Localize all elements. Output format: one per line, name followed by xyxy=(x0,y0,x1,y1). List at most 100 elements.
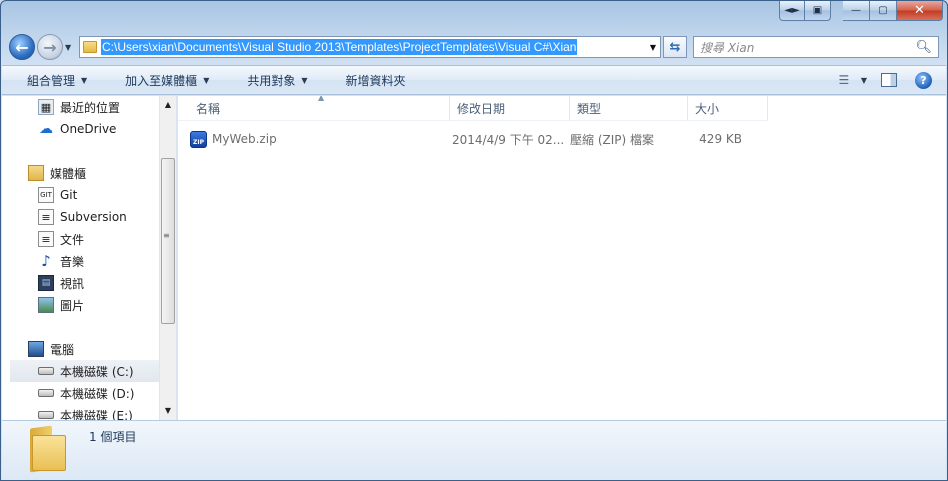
chevron-down-icon: ▼ xyxy=(81,75,88,85)
aero-snap-left-icon[interactable]: ◄► xyxy=(779,1,805,21)
sidebar-item-music[interactable]: ♪ 音樂 xyxy=(38,250,84,272)
video-icon: ▤ xyxy=(38,275,54,291)
scroll-down-icon[interactable]: ▼ xyxy=(160,402,176,419)
sidebar-item-label: 文件 xyxy=(60,232,85,247)
grip-icon: ≡ xyxy=(163,231,170,240)
column-header-name[interactable]: 名稱 ▲ xyxy=(178,96,450,121)
file-name: MyWeb.zip xyxy=(212,132,277,146)
sidebar-item-label: Git xyxy=(60,188,78,202)
libraries-icon xyxy=(28,165,44,181)
address-dropdown-icon[interactable]: ▼ xyxy=(650,43,656,52)
explorer-window: ◄► ▣ — ▢ ✕ ← → ▼ C:\Users\xian\Documents… xyxy=(0,0,948,481)
command-bar: 組合管理 ▼ 加入至媒體櫃 ▼ 共用對象 ▼ 新增資料夾 ☰ ▼ ? xyxy=(2,65,946,95)
new-folder-button[interactable]: 新增資料夾 xyxy=(320,66,418,94)
details-pane: 1 個項目 xyxy=(2,420,946,480)
file-type: 壓縮 (ZIP) 檔案 xyxy=(570,132,654,147)
sidebar-item-subversion[interactable]: ≡ Subversion xyxy=(38,206,127,228)
drive-icon xyxy=(38,389,54,397)
sidebar-item-drive-e[interactable]: 本機磁碟 (E:) xyxy=(38,404,133,420)
music-icon: ♪ xyxy=(41,252,51,270)
column-header-date[interactable]: 修改日期 xyxy=(450,96,570,121)
search-icon[interactable]: 🔍︎ xyxy=(915,40,932,55)
sidebar-item-git[interactable]: GIT Git xyxy=(38,184,77,206)
sidebar-item-label: 媒體櫃 xyxy=(50,166,87,181)
navigation-pane: ▦ 最近的位置 ☁ OneDrive 媒體櫃 GIT Git ≡ Subvers… xyxy=(2,96,177,420)
search-input[interactable]: 搜尋 Xian 🔍︎ xyxy=(693,36,939,58)
change-view-icon[interactable]: ☰ xyxy=(827,73,861,87)
document-icon: ≡ xyxy=(38,209,54,225)
views-dropdown-icon[interactable]: ▼ xyxy=(861,76,867,85)
column-label: 名稱 xyxy=(196,102,221,116)
sidebar-item-onedrive[interactable]: ☁ OneDrive xyxy=(38,118,116,140)
address-path[interactable]: C:\Users\xian\Documents\Visual Studio 20… xyxy=(101,39,578,55)
layout-icon[interactable]: ▣ xyxy=(805,1,831,21)
refresh-button[interactable]: ⇆ xyxy=(663,36,687,58)
sidebar-item-label: 音樂 xyxy=(60,254,85,269)
search-placeholder: 搜尋 Xian xyxy=(700,40,755,55)
drive-icon xyxy=(38,367,54,375)
pictures-icon xyxy=(38,297,54,313)
add-to-library-label: 加入至媒體櫃 xyxy=(125,73,198,88)
back-button[interactable]: ← xyxy=(9,34,35,60)
zip-file-icon: ZIP xyxy=(190,130,207,148)
git-icon: GIT xyxy=(38,187,54,203)
column-label: 修改日期 xyxy=(457,102,506,116)
table-row[interactable]: ZIP MyWeb.zip 2014/4/9 下午 02... 壓縮 (ZIP)… xyxy=(190,128,742,150)
sort-ascending-icon: ▲ xyxy=(318,96,325,102)
drive-icon xyxy=(38,411,54,419)
folder-icon xyxy=(83,41,97,53)
share-with-button[interactable]: 共用對象 ▼ xyxy=(221,66,319,94)
column-label: 類型 xyxy=(577,102,602,116)
sidebar-item-label: OneDrive xyxy=(60,122,117,136)
sidebar-item-drive-d[interactable]: 本機磁碟 (D:) xyxy=(38,382,134,404)
column-label: 大小 xyxy=(695,102,720,116)
help-icon[interactable]: ? xyxy=(915,71,932,89)
preview-pane-icon[interactable] xyxy=(881,73,897,87)
sidebar-item-documents[interactable]: ≡ 文件 xyxy=(38,228,84,250)
organize-label: 組合管理 xyxy=(27,73,76,88)
organize-button[interactable]: 組合管理 ▼ xyxy=(2,66,99,94)
sidebar-item-videos[interactable]: ▤ 視訊 xyxy=(38,272,84,294)
caption-buttons: ◄► ▣ — ▢ ✕ xyxy=(779,1,943,21)
scroll-up-icon[interactable]: ▲ xyxy=(160,96,176,113)
file-list: 名稱 ▲ 修改日期 類型 大小 ZIP MyWeb.zip 2014/4/9 下… xyxy=(178,96,946,420)
share-with-label: 共用對象 xyxy=(247,73,296,88)
column-headers: 名稱 ▲ 修改日期 類型 大小 xyxy=(178,96,768,121)
sidebar-item-label: 本機磁碟 (D:) xyxy=(60,386,135,401)
sidebar-item-libraries[interactable]: 媒體櫃 xyxy=(28,162,86,184)
minimize-button[interactable]: — xyxy=(843,1,870,21)
sidebar-item-label: 本機磁碟 (E:) xyxy=(60,408,133,421)
column-header-type[interactable]: 類型 xyxy=(570,96,688,121)
sidebar-item-label: 電腦 xyxy=(50,342,75,357)
sidebar-item-label: 最近的位置 xyxy=(60,100,121,115)
sidebar-item-label: 圖片 xyxy=(60,298,85,313)
file-modified: 2014/4/9 下午 02... xyxy=(452,132,565,147)
file-size: 429 KB xyxy=(699,132,742,146)
forward-button[interactable]: → xyxy=(37,34,63,60)
add-to-library-button[interactable]: 加入至媒體櫃 ▼ xyxy=(99,66,221,94)
sidebar-item-pictures[interactable]: 圖片 xyxy=(38,294,84,316)
recent-places-icon: ▦ xyxy=(38,99,54,115)
close-button[interactable]: ✕ xyxy=(897,1,943,21)
sidebar-item-computer[interactable]: 電腦 xyxy=(28,338,74,360)
chevron-down-icon: ▼ xyxy=(203,75,210,85)
navigation-bar: ← → ▼ C:\Users\xian\Documents\Visual Stu… xyxy=(9,33,939,61)
new-folder-label: 新增資料夾 xyxy=(345,73,406,88)
column-header-size[interactable]: 大小 xyxy=(688,96,768,121)
sidebar-item-drive-c[interactable]: 本機磁碟 (C:) xyxy=(10,360,160,382)
sidebar-item-recent-places[interactable]: ▦ 最近的位置 xyxy=(38,96,120,118)
sidebar-item-label: Subversion xyxy=(60,210,127,224)
address-bar[interactable]: C:\Users\xian\Documents\Visual Studio 20… xyxy=(79,36,661,58)
chevron-down-icon: ▼ xyxy=(301,75,308,85)
sidebar-scrollbar[interactable]: ▲ ≡ ▼ xyxy=(159,96,176,420)
computer-icon xyxy=(28,341,44,357)
folder-icon xyxy=(28,425,68,473)
cloud-icon: ☁ xyxy=(39,121,53,137)
document-icon: ≡ xyxy=(38,231,54,247)
scrollbar-thumb[interactable] xyxy=(161,158,175,324)
sidebar-item-label: 本機磁碟 (C:) xyxy=(60,364,134,379)
recent-pages-dropdown-icon[interactable]: ▼ xyxy=(65,43,75,52)
sidebar-item-label: 視訊 xyxy=(60,276,85,291)
item-count: 1 個項目 xyxy=(89,430,137,444)
maximize-button[interactable]: ▢ xyxy=(870,1,897,21)
